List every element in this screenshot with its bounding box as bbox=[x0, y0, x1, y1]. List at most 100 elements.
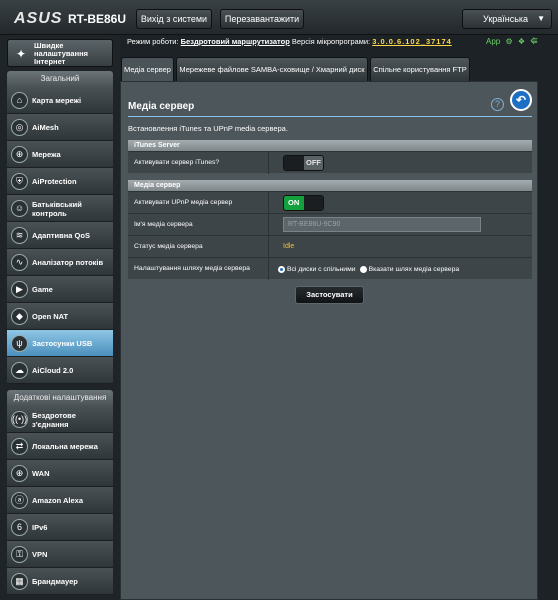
table-row: Статус медіа сервера Idle bbox=[128, 235, 532, 258]
advanced-menu: ((•)) Бездротове з'єднання ⇄ Локальна мереж… bbox=[7, 406, 113, 595]
sidebar-item[interactable]: ☁ AiCloud 2.0 bbox=[7, 357, 113, 384]
path-option-custom[interactable]: Вказати шлях медіа сервера bbox=[359, 265, 460, 273]
sidebar-item[interactable]: ▦ Брандмауер bbox=[7, 568, 113, 595]
cloud-icon: ☁ bbox=[11, 362, 28, 379]
asus-logo: ASUS bbox=[14, 10, 63, 27]
help-icon[interactable]: ? bbox=[491, 98, 504, 111]
upnp-toggle-state: ON bbox=[288, 198, 300, 207]
path-option-all[interactable]: Всі диски с спільними bbox=[278, 265, 356, 273]
media-server-table: Медіа сервер Активувати UPnP медіа серве… bbox=[128, 180, 532, 280]
sidebar-item-label: Мережа bbox=[32, 150, 61, 159]
sidebar-item-label: Брандмауер bbox=[32, 577, 78, 586]
network-map-icon: ⌂ bbox=[11, 92, 28, 109]
itunes-table: iTunes Server Активувати сервер iTunes? … bbox=[128, 140, 532, 174]
content-panel: Медіа сервер ? ↶ Встановлення iTunes та … bbox=[120, 81, 538, 600]
aimesh-icon: ◎ bbox=[11, 119, 28, 136]
sidebar-item-label: Open NAT bbox=[32, 312, 69, 321]
sidebar-item[interactable]: ☺ Батьківський контроль bbox=[7, 195, 113, 222]
opennat-icon: ◆ bbox=[11, 308, 28, 325]
sidebar-item[interactable]: ((•)) Бездротове з'єднання bbox=[7, 406, 113, 433]
sidebar-item-label: Amazon Alexa bbox=[32, 496, 83, 505]
sidebar-item-label: Застосунки USB bbox=[32, 339, 93, 348]
sidebar-item-label: IPv6 bbox=[32, 523, 48, 532]
sidebar-item[interactable]: ⚿ VPN bbox=[7, 541, 113, 568]
vpn-icon: ⚿ bbox=[11, 546, 28, 563]
lan-icon: ⇄ bbox=[11, 438, 28, 455]
sidebar-item-label: Аналізатор потоків bbox=[32, 258, 104, 267]
advanced-header: Додаткові налаштування bbox=[7, 390, 113, 406]
ipv6-icon: 6 bbox=[11, 519, 28, 536]
itunes-label: Активувати сервер iTunes? bbox=[134, 159, 220, 166]
sidebar-item[interactable]: 6 IPv6 bbox=[7, 514, 113, 541]
table-row: Налаштування шляху медіа сервера Всі дис… bbox=[128, 257, 532, 280]
mode-line: Режим роботи: Бездротовий маршрутизатор … bbox=[127, 37, 452, 46]
sidebar-item-label: Карта мережі bbox=[32, 96, 82, 105]
column-divider bbox=[268, 236, 269, 258]
page-margin bbox=[540, 81, 558, 600]
mode-label: Режим роботи: bbox=[127, 37, 179, 46]
upnp-label: Активувати UPnP медіа сервер bbox=[134, 199, 233, 206]
itunes-toggle-state: OFF bbox=[306, 158, 321, 167]
tab-media-server[interactable]: Медіа сервер bbox=[121, 57, 174, 81]
toggle-knob bbox=[284, 156, 304, 170]
sidebar-item[interactable]: ψ Застосунки USB bbox=[7, 330, 113, 357]
sidebar-item[interactable]: ⊕ Мережа bbox=[7, 141, 113, 168]
server-path-radio-group: Всі диски с спільними Вказати шлях медіа… bbox=[278, 258, 463, 280]
firmware-label: Версія мікропрограми: bbox=[291, 37, 371, 46]
usb-status-icon[interactable]: ⭅ bbox=[530, 37, 537, 46]
page-title: Медіа сервер bbox=[128, 101, 195, 112]
column-divider bbox=[268, 152, 269, 174]
quick-setup-label: Швидке налаштування Інтернет bbox=[34, 41, 89, 66]
tab-ftp[interactable]: Спільне користування FTP bbox=[370, 57, 470, 81]
firmware-link[interactable]: 3.0.0.6.102_37174 bbox=[372, 37, 452, 46]
path-option-all-label: Всі диски с спільними bbox=[287, 265, 356, 273]
general-header: Загальний bbox=[7, 71, 113, 87]
mode-link[interactable]: Бездротовий маршрутизатор bbox=[181, 37, 290, 46]
column-divider bbox=[268, 258, 269, 280]
logout-button[interactable]: Вихід з системи bbox=[136, 9, 212, 29]
wireless-icon: ((•)) bbox=[11, 411, 28, 428]
upnp-toggle[interactable]: ON bbox=[283, 195, 324, 211]
table-row: Ім'я медіа сервера RT-BE86U-9C90 bbox=[128, 213, 532, 236]
sidebar-item-label: AiProtection bbox=[32, 177, 77, 186]
itunes-header: iTunes Server bbox=[128, 140, 532, 151]
server-status-value: Idle bbox=[283, 243, 295, 250]
firewall-icon: ▦ bbox=[11, 573, 28, 590]
network-icon: ⊕ bbox=[11, 146, 28, 163]
sidebar-item[interactable]: ⓐ Amazon Alexa bbox=[7, 487, 113, 514]
sidebar-item[interactable]: ◆ Open NAT bbox=[7, 303, 113, 330]
sidebar-item[interactable]: ≋ Адаптивна QoS bbox=[7, 222, 113, 249]
chevron-down-icon: ▼ bbox=[537, 14, 545, 23]
server-name-input[interactable]: RT-BE86U-9C90 bbox=[283, 217, 481, 232]
sidebar-item[interactable]: ∿ Аналізатор потоків bbox=[7, 249, 113, 276]
apply-button[interactable]: Застосувати bbox=[295, 286, 364, 304]
app-label[interactable]: App bbox=[486, 37, 500, 46]
usb-icon: ψ bbox=[11, 335, 28, 352]
sidebar-item-label: VPN bbox=[32, 550, 48, 559]
title-divider bbox=[128, 116, 532, 117]
sidebar-item[interactable]: ▶ Game bbox=[7, 276, 113, 303]
back-icon[interactable]: ↶ bbox=[510, 89, 532, 111]
sidebar-item[interactable]: ⌂ Карта мережі bbox=[7, 87, 113, 114]
sidebar-item-label: Адаптивна QoS bbox=[32, 231, 90, 240]
table-row: Активувати UPnP медіа сервер ON bbox=[128, 191, 532, 214]
sidebar-item-label: Локальна мережа bbox=[32, 442, 98, 451]
sidebar-item[interactable]: ⛨ AiProtection bbox=[7, 168, 113, 195]
column-divider bbox=[268, 214, 269, 236]
language-select[interactable]: Українська ▼ bbox=[462, 9, 552, 29]
sidebar-item[interactable]: ◎ AiMesh bbox=[7, 114, 113, 141]
itunes-toggle[interactable]: OFF bbox=[283, 155, 324, 171]
quick-setup-button[interactable]: ✦ Швидке налаштування Інтернет bbox=[7, 39, 113, 67]
network-status-icon[interactable]: ❖ bbox=[518, 37, 525, 46]
traffic-icon: ∿ bbox=[11, 254, 28, 271]
sidebar-item[interactable]: ⇄ Локальна мережа bbox=[7, 433, 113, 460]
reboot-button[interactable]: Перезавантажити bbox=[220, 9, 304, 29]
sidebar-item-label: Бездротове з'єднання bbox=[32, 410, 76, 429]
path-option-custom-label: Вказати шлях медіа сервера bbox=[368, 265, 460, 273]
radio-selected[interactable] bbox=[278, 265, 285, 273]
gear-icon[interactable]: ⚙ bbox=[505, 37, 512, 46]
sidebar-item-label: WAN bbox=[32, 469, 50, 478]
sidebar-item[interactable]: ⊕ WAN bbox=[7, 460, 113, 487]
radio-unselected[interactable] bbox=[359, 265, 367, 273]
tab-samba[interactable]: Мережеве файлове SAMBA-сховище / Хмарний… bbox=[176, 57, 368, 81]
